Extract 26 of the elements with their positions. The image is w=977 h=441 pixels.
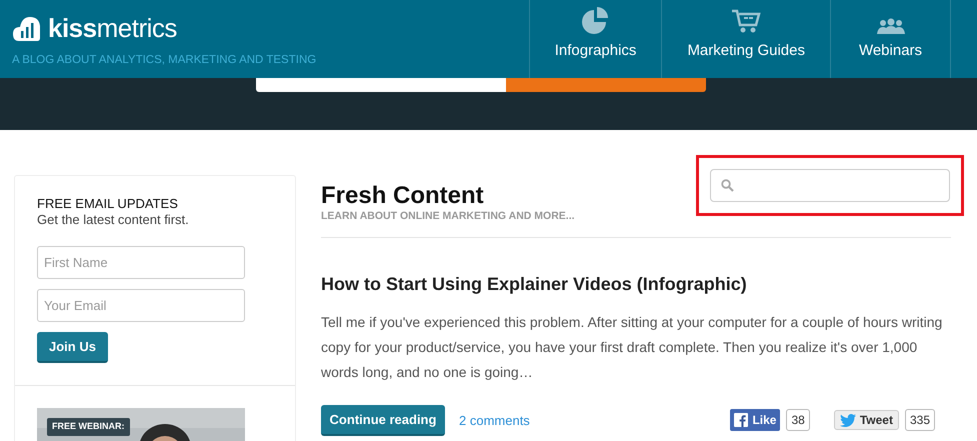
share-count: 38 [786, 409, 810, 432]
search-icon [721, 179, 734, 192]
like-button[interactable]: Like [730, 409, 780, 432]
join-button[interactable]: Join Us [37, 332, 108, 363]
facebook-icon [734, 413, 748, 428]
post-title[interactable]: How to Start Using Explainer Videos (Infographic) [321, 270, 951, 298]
signup-title: FREE EMAIL UPDATES [37, 196, 179, 212]
webinar-badge: FREE WEBINAR: [47, 418, 130, 436]
comments-link[interactable]: 2 comments [459, 410, 530, 430]
cart-icon [731, 8, 762, 34]
share-count: 335 [904, 409, 935, 432]
post-excerpt: Tell me if you've experienced this problem. After sitting at your computer for a couple of hours writing copy for your product/service, you have your first draft complete. Then you realize it's over 1,000 words long, and no one is going… [321, 312, 943, 382]
page-title: Fresh Content [321, 183, 485, 209]
pie-chart-icon [580, 6, 611, 34]
input-field[interactable]: First Name [37, 246, 245, 279]
continue-reading-button[interactable]: Continue reading [321, 404, 445, 436]
tweet-button[interactable]: Tweet [834, 410, 899, 430]
tagline: A BLOG ABOUT ANALYTICS, MARKETING AND TESTING [12, 53, 318, 68]
search-field[interactable] [710, 169, 950, 202]
logo-icon [12, 14, 42, 42]
signup-subtitle: Get the latest content first. [37, 212, 190, 227]
people-icon [876, 18, 906, 34]
page-subtitle: LEARN ABOUT ONLINE MARKETING AND MORE... [321, 209, 575, 224]
input-field[interactable]: Your Email [37, 289, 245, 322]
site-logo[interactable]: kissmetrics [12, 14, 177, 42]
bird-icon [840, 414, 856, 427]
